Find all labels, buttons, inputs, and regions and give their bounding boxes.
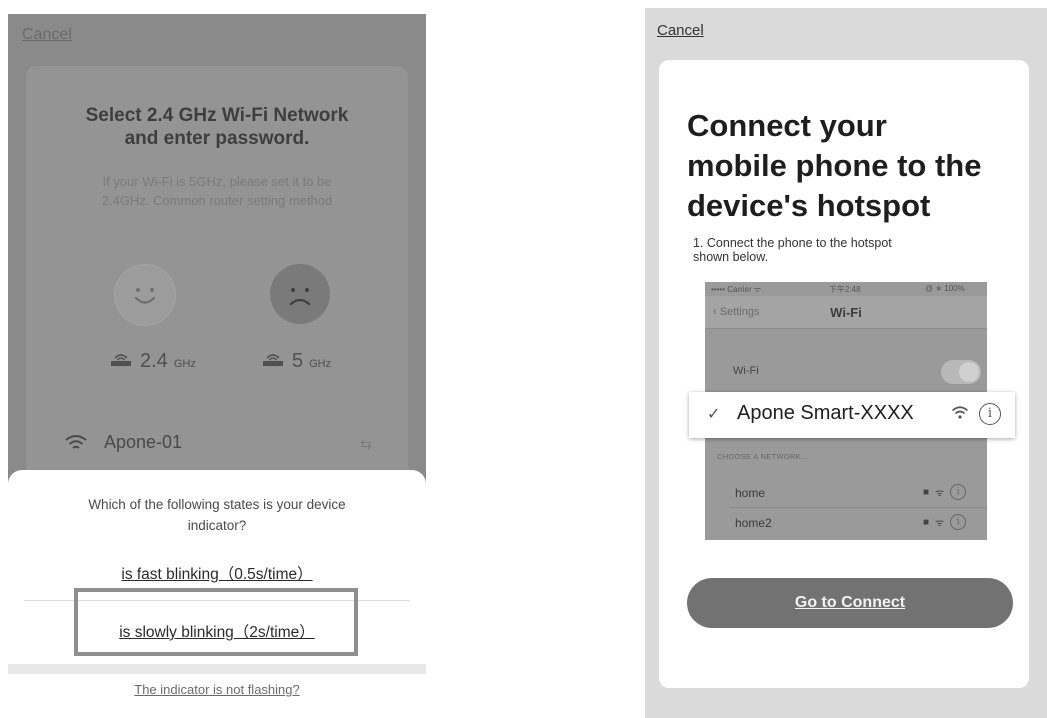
highlight-frame — [74, 588, 358, 656]
right-screen: Cancel Connect your mobile phone to the … — [645, 8, 1047, 718]
step-line-2: shown below. — [693, 250, 769, 264]
band-5ghz: 5 GHz — [260, 349, 331, 373]
wifi-toggle-row: Wi-Fi — [705, 360, 987, 388]
wifi-network-row[interactable]: Apone-01 — [64, 432, 182, 453]
band-unit: GHz — [173, 358, 196, 370]
carrier-text: ••••• Carrier ᯤ — [711, 285, 762, 294]
hotspot-network-row: ✓ Apone Smart-XXXX i — [689, 392, 1015, 438]
question-line-1: Which of the following states is your de… — [88, 497, 346, 512]
network-row: home2 ■ ᯤ i — [705, 510, 987, 536]
title-line-3: device's hotspot — [687, 188, 931, 223]
wifi-icon: ᯤ — [935, 518, 945, 529]
sheet-question: Which of the following states is your de… — [48, 494, 386, 536]
wifi-network-name: Apone-01 — [104, 432, 183, 452]
description-line-1: If your Wi-Fi is 5GHz, please set it to … — [102, 174, 332, 189]
question-line-2: indicator? — [187, 518, 247, 533]
network-name: home — [735, 486, 766, 500]
info-icon: i — [950, 484, 967, 500]
wifi-icon: ᯤ — [935, 488, 945, 499]
title-line-1: Select 2.4 GHz Wi-Fi Network — [85, 105, 349, 126]
page-title: Connect your mobile phone to the device'… — [687, 106, 1027, 226]
lock-icon: ■ — [923, 486, 930, 498]
band-2-4ghz: 2.4 GHz — [108, 349, 196, 373]
hotspot-card: Connect your mobile phone to the device'… — [659, 60, 1029, 688]
divider — [729, 507, 987, 508]
info-icon: i — [979, 403, 1001, 425]
checkmark-icon: ✓ — [707, 406, 721, 423]
sad-face-icon — [270, 264, 330, 324]
sheet-separator — [8, 664, 426, 674]
lock-icon: ■ — [923, 516, 930, 528]
step-instruction: 1. Connect the phone to the hotspot show… — [693, 236, 993, 264]
title-line-2: mobile phone to the — [687, 148, 982, 183]
title-line-1: Connect your — [687, 108, 887, 143]
network-select-card: Select 2.4 GHz Wi-Fi Network and enter p… — [26, 66, 408, 506]
status-time: 下午2:48 — [829, 285, 861, 294]
cancel-link[interactable]: Cancel — [22, 26, 72, 44]
hotspot-name: Apone Smart-XXXX — [737, 402, 914, 424]
network-row: home ■ ᯤ i — [705, 480, 987, 506]
switch-network-icon[interactable]: ⇆ — [360, 436, 372, 453]
wifi-toggle — [941, 360, 981, 384]
band-value: 2.4 — [140, 350, 168, 372]
title-line-2: and enter password. — [124, 128, 310, 149]
info-icon: i — [950, 514, 967, 530]
settings-nav-bar: ‹ Settings Wi-Fi — [705, 296, 987, 329]
choose-network-header: CHOOSE A NETWORK... — [717, 452, 809, 461]
band-unit: GHz — [309, 358, 332, 370]
left-screen: Cancel Select 2.4 GHz Wi-Fi Network and … — [8, 14, 426, 710]
router-icon — [111, 354, 131, 366]
description-line-2: 2.4GHz. Common router setting method — [101, 193, 333, 208]
page-title: Select 2.4 GHz Wi-Fi Network and enter p… — [26, 104, 408, 150]
cancel-link[interactable]: Cancel — [657, 22, 704, 39]
status-bar: ••••• Carrier ᯤ 下午2:48 @ ∗ 100% — [705, 282, 987, 296]
description: If your Wi-Fi is 5GHz, please set it to … — [56, 172, 378, 210]
not-flashing-link[interactable]: The indicator is not flashing? — [8, 682, 426, 697]
band-value: 5 — [292, 350, 304, 372]
wifi-settings-illustration: ••••• Carrier ᯤ 下午2:48 @ ∗ 100% ‹ Settin… — [689, 282, 1015, 540]
fast-blinking-option[interactable]: is fast blinking（0.5s/time） — [8, 562, 426, 584]
go-to-connect-button[interactable]: Go to Connect — [687, 578, 1013, 628]
wifi-icon — [65, 434, 87, 449]
battery-text: @ ∗ 100% — [925, 284, 965, 293]
network-name: home2 — [735, 516, 772, 530]
wifi-icon — [951, 406, 969, 419]
indicator-state-sheet: Which of the following states is your de… — [8, 470, 426, 710]
happy-face-icon — [114, 264, 176, 326]
nav-title: Wi-Fi — [830, 305, 862, 320]
step-line-1: 1. Connect the phone to the hotspot — [693, 236, 892, 250]
wifi-label: Wi-Fi — [733, 365, 759, 377]
router-icon — [263, 354, 283, 366]
